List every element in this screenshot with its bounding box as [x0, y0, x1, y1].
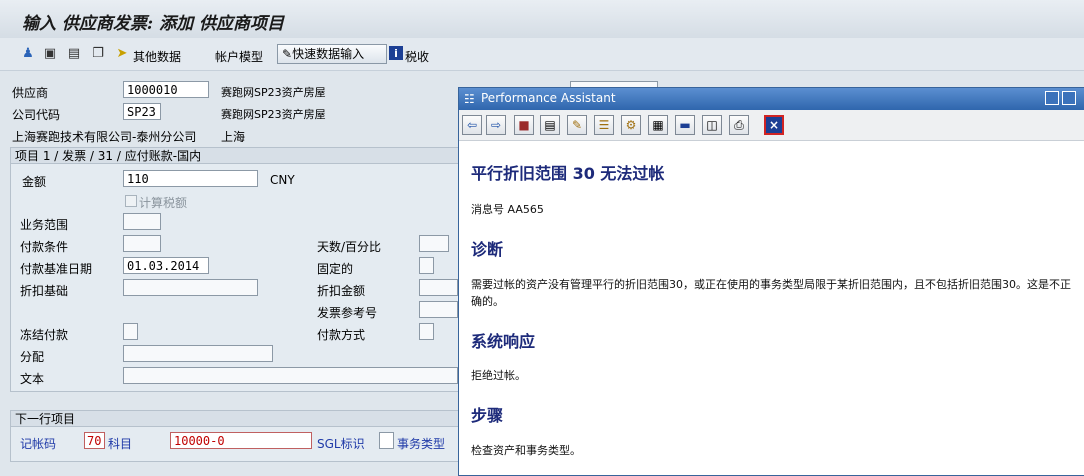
window-icon[interactable]: ▬: [675, 115, 695, 135]
account-label: 科目: [108, 437, 133, 451]
vendor-field[interactable]: 1000010: [123, 81, 209, 98]
minimize-icon[interactable]: [1045, 91, 1059, 105]
pa-message-number: 消息号 AA565: [471, 203, 544, 216]
pa-heading: 平行折旧范围 30 无法过帐: [471, 164, 665, 183]
discount-amount-label: 折扣金额: [317, 284, 366, 298]
company-code-field[interactable]: SP23: [123, 103, 161, 120]
vendor-name: 赛跑网SP23资产房屋: [221, 86, 326, 99]
pa-response-heading: 系统响应: [471, 332, 536, 351]
other-data-icon[interactable]: ➤: [115, 46, 129, 61]
info-icon[interactable]: i: [389, 46, 403, 60]
settings-icon[interactable]: ⚙: [621, 115, 641, 135]
business-area-field[interactable]: [123, 213, 161, 230]
application-toolbar: ♟ ▣ ▤ ❐ ➤ 其他数据 帐户模型 ✎快速数据输入 i 税收: [0, 38, 1084, 71]
payment-method-field[interactable]: [419, 323, 434, 340]
transaction-type-label: 事务类型: [397, 437, 446, 451]
payment-terms-label: 付款条件: [20, 240, 69, 254]
document-icon[interactable]: ▤: [67, 46, 81, 61]
days-percent-field[interactable]: [419, 235, 449, 252]
table-icon[interactable]: ▦: [648, 115, 668, 135]
pa-content: 平行折旧范围 30 无法过帐 消息号 AA565 诊断 需要过帐的资产没有管理平…: [461, 142, 1081, 473]
text-label: 文本: [20, 372, 45, 386]
company-city: 上海: [221, 130, 246, 144]
baseline-date-label: 付款基准日期: [20, 262, 93, 276]
pa-window-icon: ☷: [464, 92, 475, 106]
baseline-date-field[interactable]: 01.03.2014: [123, 257, 209, 274]
payment-method-label: 付款方式: [317, 328, 366, 342]
book-icon[interactable]: ■: [514, 115, 534, 135]
window-title: 输入 供应商发票: 添加 供应商项目: [22, 14, 285, 34]
pa-steps-text: 检查资产和事务类型。: [471, 444, 581, 457]
user-icon[interactable]: ♟: [21, 46, 35, 61]
payment-terms-field[interactable]: [123, 235, 161, 252]
item-group-header: 项目 1 / 发票 / 31 / 应付账款-国内: [11, 148, 461, 164]
fast-entry-icon: ✎: [282, 47, 293, 61]
discount-base-field[interactable]: [123, 279, 258, 296]
sgl-label: SGL标识: [317, 437, 365, 451]
back-icon[interactable]: ⇦: [462, 115, 482, 135]
copy-icon[interactable]: ❐: [91, 46, 105, 61]
payment-block-field[interactable]: [123, 323, 138, 340]
tax-button[interactable]: 税收: [405, 48, 429, 65]
assignment-label: 分配: [20, 350, 45, 364]
invoice-ref-label: 发票参考号: [317, 306, 378, 320]
vendor-label: 供应商: [12, 86, 49, 100]
technical-info-icon[interactable]: ▤: [540, 115, 560, 135]
text-field[interactable]: [123, 367, 458, 384]
currency-label: CNY: [270, 173, 295, 187]
fixed-label: 固定的: [317, 262, 354, 276]
discount-amount-field[interactable]: [419, 279, 458, 296]
pa-steps-heading: 步骤: [471, 406, 504, 425]
company-code-label: 公司代码: [12, 108, 61, 122]
posting-key-label: 记帐码: [20, 437, 57, 451]
display-document-icon[interactable]: ▣: [43, 46, 57, 61]
other-data-button[interactable]: 其他数据: [133, 48, 181, 65]
calc-tax-label: 计算税额: [139, 196, 188, 210]
next-item-group-header: 下一行项目: [11, 411, 461, 427]
business-area-label: 业务范围: [20, 218, 69, 232]
fast-entry-button[interactable]: ✎快速数据输入: [277, 44, 387, 64]
discount-base-label: 折扣基础: [20, 284, 69, 298]
window-title-bar: 输入 供应商发票: 添加 供应商项目: [0, 0, 1084, 39]
pa-diagnosis-heading: 诊断: [471, 240, 504, 259]
fast-entry-label: 快速数据输入: [292, 47, 365, 61]
amount-label: 金额: [22, 175, 47, 189]
payment-block-label: 冻结付款: [20, 328, 69, 342]
close-icon[interactable]: ×: [764, 115, 784, 135]
account-field[interactable]: 10000-0: [170, 432, 312, 449]
performance-assistant-window: ☷ Performance Assistant ⇦ ⇨ ■ ▤ ✎ ☰ ⚙ ▦ …: [458, 87, 1084, 476]
assignment-field[interactable]: [123, 345, 273, 362]
edit-icon[interactable]: ✎: [567, 115, 587, 135]
fixed-field[interactable]: [419, 257, 434, 274]
pa-diagnosis-text: 需要过帐的资产没有管理平行的折旧范围30，或正在使用的事务类型局限于某折旧范围内…: [471, 278, 1071, 308]
posting-key-field[interactable]: 70: [84, 432, 105, 449]
calc-tax-checkbox[interactable]: [125, 195, 137, 207]
amount-field[interactable]: 110: [123, 170, 258, 187]
pa-title-bar: ☷ Performance Assistant: [459, 88, 1084, 110]
days-percent-label: 天数/百分比: [317, 240, 382, 254]
bookmark-icon[interactable]: ◫: [702, 115, 722, 135]
account-model-button[interactable]: 帐户模型: [215, 48, 263, 65]
pa-response-text: 拒绝过帐。: [471, 369, 526, 382]
print-icon[interactable]: ⎙: [729, 115, 749, 135]
forward-icon[interactable]: ⇨: [486, 115, 506, 135]
note-icon[interactable]: ☰: [594, 115, 614, 135]
sgl-field[interactable]: [379, 432, 394, 449]
pa-title: Performance Assistant: [481, 91, 616, 105]
pa-toolbar: ⇦ ⇨ ■ ▤ ✎ ☰ ⚙ ▦ ▬ ◫ ⎙ ×: [459, 110, 1084, 141]
company-code-name: 赛跑网SP23资产房屋: [221, 108, 326, 121]
invoice-ref-field[interactable]: [419, 301, 458, 318]
company-full-name: 上海赛跑技术有限公司-泰州分公司: [12, 130, 197, 144]
maximize-icon[interactable]: [1062, 91, 1076, 105]
